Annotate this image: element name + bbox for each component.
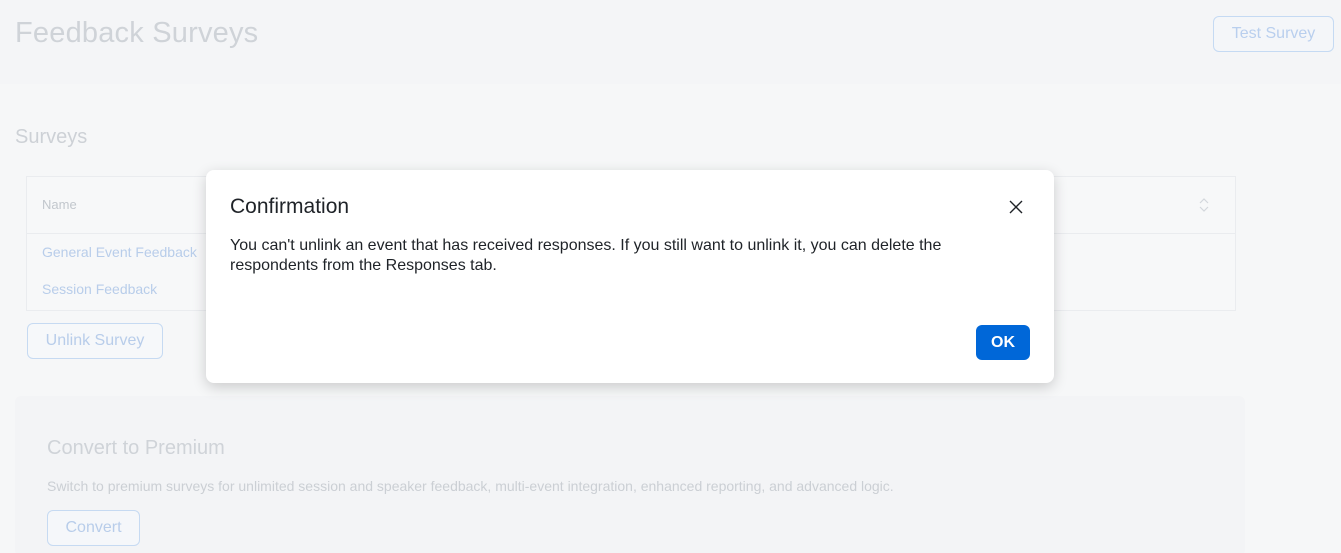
premium-description: Switch to premium surveys for unlimited … xyxy=(47,478,894,494)
feedback-surveys-page: Feedback Surveys Test Survey Surveys Nam… xyxy=(0,0,1341,553)
premium-title: Convert to Premium xyxy=(47,437,225,459)
confirmation-modal: Confirmation You can't unlink an event t… xyxy=(206,170,1054,383)
unlink-survey-button[interactable]: Unlink Survey xyxy=(27,323,163,359)
page-title: Feedback Surveys xyxy=(15,17,259,49)
test-survey-button[interactable]: Test Survey xyxy=(1213,16,1334,52)
convert-button[interactable]: Convert xyxy=(47,510,140,546)
survey-link-session-feedback[interactable]: Session Feedback xyxy=(42,281,157,297)
sort-icon[interactable] xyxy=(1199,197,1209,213)
ok-button[interactable]: OK xyxy=(976,325,1030,360)
page-header: Feedback Surveys Test Survey xyxy=(0,0,1341,84)
surveys-section-title: Surveys xyxy=(15,126,88,148)
survey-link-general-event-feedback[interactable]: General Event Feedback xyxy=(42,244,197,260)
close-icon[interactable] xyxy=(1008,199,1024,215)
modal-message: You can't unlink an event that has recei… xyxy=(230,237,942,274)
convert-premium-card: Convert to Premium Switch to premium sur… xyxy=(15,396,1245,553)
column-header-name[interactable]: Name xyxy=(42,197,77,212)
modal-title: Confirmation xyxy=(230,195,350,218)
